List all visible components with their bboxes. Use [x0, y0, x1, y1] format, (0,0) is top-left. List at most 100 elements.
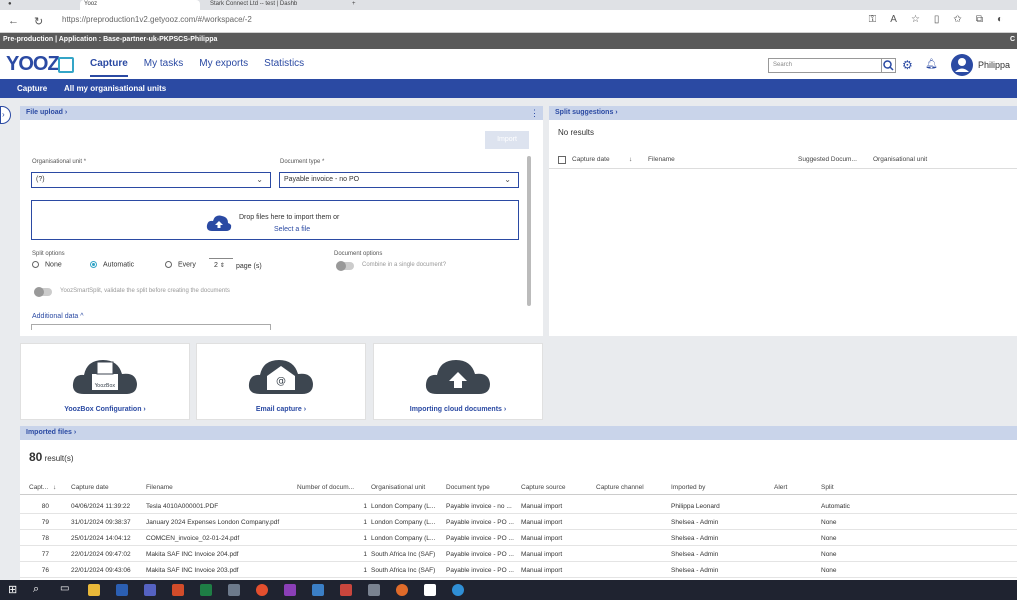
browser-tab-stark[interactable]: Stark Connect Ltd -- test | Dashb	[206, 0, 342, 10]
nav-my-tasks[interactable]: My tasks	[144, 58, 183, 77]
edge-icon[interactable]	[452, 584, 464, 596]
col-num-docs[interactable]: Number of docum...	[297, 484, 354, 491]
doc-type-select[interactable]: Payable invoice - no PO ⌄	[279, 172, 519, 188]
col-alert[interactable]: Alert	[774, 484, 787, 491]
split-screen-icon[interactable]: ▯	[934, 14, 940, 25]
additional-data-field[interactable]	[31, 324, 271, 330]
bell-icon[interactable]: 🔔︎	[925, 59, 938, 70]
org-unit-select[interactable]: (?) ⌄	[31, 172, 271, 188]
result-count-suffix: result(s)	[44, 454, 74, 463]
new-tab-button[interactable]: +	[348, 0, 360, 10]
subnav-capture[interactable]: Capture	[17, 84, 47, 93]
col-org-unit[interactable]: Organisational unit	[873, 156, 927, 163]
app-icon[interactable]	[368, 584, 380, 596]
word-icon[interactable]	[116, 584, 128, 596]
table-row[interactable]: 77 22/01/2024 09:47:02 Makita SAF INC Invo…	[20, 547, 1017, 562]
cell-type: Payable invoice - PO ...	[446, 519, 514, 526]
table-row[interactable]: 76 22/01/2024 09:43:06 Makita SAF INC Invo…	[20, 563, 1017, 578]
nav-statistics[interactable]: Statistics	[264, 58, 304, 77]
every-pages-stepper[interactable]: 2 ⇕	[209, 258, 233, 272]
sidebar-toggle[interactable]: ›	[0, 106, 11, 124]
import-button[interactable]: Import	[485, 131, 529, 149]
nav-capture[interactable]: Capture	[90, 58, 128, 77]
powerpoint-icon[interactable]	[396, 584, 408, 596]
subnav-org-units[interactable]: All my organisational units	[64, 84, 166, 93]
col-imported-by[interactable]: Imported by	[671, 484, 705, 491]
onenote-icon[interactable]	[284, 584, 296, 596]
app-icon[interactable]	[228, 584, 240, 596]
split-every-radio[interactable]: Every	[165, 261, 196, 268]
back-icon[interactable]: ←	[8, 15, 19, 27]
app-icon[interactable]	[340, 584, 352, 596]
cell-by: Shelsea - Admin	[671, 551, 719, 558]
col-suggested-docs[interactable]: Suggested Docum...	[798, 156, 857, 163]
search-icon[interactable]: ⌕	[33, 583, 39, 596]
nav-my-exports[interactable]: My exports	[199, 58, 248, 77]
col-org-unit[interactable]: Organisational unit	[371, 484, 425, 491]
col-split[interactable]: Split	[821, 484, 834, 491]
select-file-link[interactable]: Select a file	[274, 226, 310, 233]
col-capture-id[interactable]: Capt...	[29, 484, 48, 491]
sort-desc-icon[interactable]: ↓	[629, 156, 632, 163]
cell-num: 1	[363, 551, 367, 558]
cloud-import-card[interactable]: Importing cloud documents ›	[373, 343, 543, 420]
drop-zone[interactable]: Drop files here to import them or Select…	[31, 200, 519, 240]
app-icon[interactable]	[312, 584, 324, 596]
col-capture-date[interactable]: Capture date	[572, 156, 610, 163]
profile-icon[interactable]: ●	[4, 0, 16, 10]
collections-icon[interactable]: ⧉	[976, 14, 983, 25]
cell-id: 79	[41, 519, 49, 526]
col-capture-date[interactable]: Capture date	[71, 484, 109, 491]
app-icon[interactable]	[172, 584, 184, 596]
split-suggestions-header[interactable]: Split suggestions ›	[549, 106, 1017, 120]
key-icon[interactable]: ⚿	[869, 14, 877, 25]
user-name[interactable]: Philippa	[978, 60, 1010, 70]
file-explorer-icon[interactable]	[88, 584, 100, 596]
col-doc-type[interactable]: Document type	[446, 484, 490, 491]
select-all-checkbox[interactable]	[558, 156, 566, 164]
browser-tab-yooz[interactable]: Yooz	[80, 0, 200, 10]
chrome-icon[interactable]	[256, 584, 268, 596]
doc-type-value: Payable invoice - no PO	[284, 176, 360, 183]
reload-icon[interactable]: ↻	[34, 15, 43, 28]
sort-desc-icon[interactable]: ↓	[53, 484, 56, 491]
smartsplit-toggle[interactable]	[34, 287, 52, 297]
read-aloud-icon[interactable]: A	[890, 14, 897, 25]
more-options-icon[interactable]: ⋮	[530, 108, 539, 119]
split-automatic-radio[interactable]: Automatic	[90, 261, 134, 268]
favorites-icon[interactable]: ✩	[953, 14, 961, 25]
search-input[interactable]: Search	[768, 58, 882, 73]
excel-icon[interactable]	[200, 584, 212, 596]
cell-id: 80	[41, 503, 49, 510]
stepper-arrows-icon[interactable]: ⇕	[220, 263, 225, 269]
profile-avatar-icon[interactable]: ◐	[997, 14, 1003, 25]
yooz-logo[interactable]: YOOZ	[6, 53, 60, 76]
search-button[interactable]	[881, 58, 896, 73]
additional-data-toggle[interactable]: Additional data ^	[32, 313, 84, 320]
windows-start-icon[interactable]: ⊞	[8, 583, 17, 596]
cell-split: None	[821, 535, 837, 542]
yoozbox-card[interactable]: YoozBox YoozBox Configuration ›	[20, 343, 190, 420]
cell-file: Tesla 4010A000001.PDF	[146, 503, 219, 510]
file-upload-header[interactable]: File upload ›	[20, 106, 543, 120]
col-filename[interactable]: Filename	[146, 484, 173, 491]
col-capture-source[interactable]: Capture source	[521, 484, 565, 491]
col-capture-channel[interactable]: Capture channel	[596, 484, 644, 491]
col-filename[interactable]: Filename	[648, 156, 675, 163]
email-capture-card[interactable]: @ Email capture ›	[196, 343, 366, 420]
scrollbar[interactable]	[527, 156, 531, 306]
combine-toggle[interactable]	[336, 261, 354, 271]
google-icon[interactable]	[424, 584, 436, 596]
table-row[interactable]: 78 25/01/2024 14:04:12 COMCEN_invoice_02-0…	[20, 531, 1017, 546]
split-none-radio[interactable]: None	[32, 261, 62, 268]
favorite-star-icon[interactable]: ☆	[911, 14, 920, 25]
imported-files-header[interactable]: Imported files ›	[20, 426, 1017, 440]
task-view-icon[interactable]: ▭	[60, 583, 69, 594]
teams-icon[interactable]	[144, 584, 156, 596]
gear-icon[interactable]: ⚙	[902, 58, 913, 72]
table-row[interactable]: 79 31/01/2024 09:38:37 January 2024 Expens…	[20, 515, 1017, 530]
url-field[interactable]: https://preproduction1v2.getyooz.com/#/w…	[62, 15, 252, 24]
table-row[interactable]: 80 04/06/2024 11:39:22 Tesla 4010A000001.P…	[20, 499, 1017, 514]
avatar[interactable]	[951, 54, 973, 76]
card-caption: YoozBox Configuration ›	[64, 406, 146, 413]
